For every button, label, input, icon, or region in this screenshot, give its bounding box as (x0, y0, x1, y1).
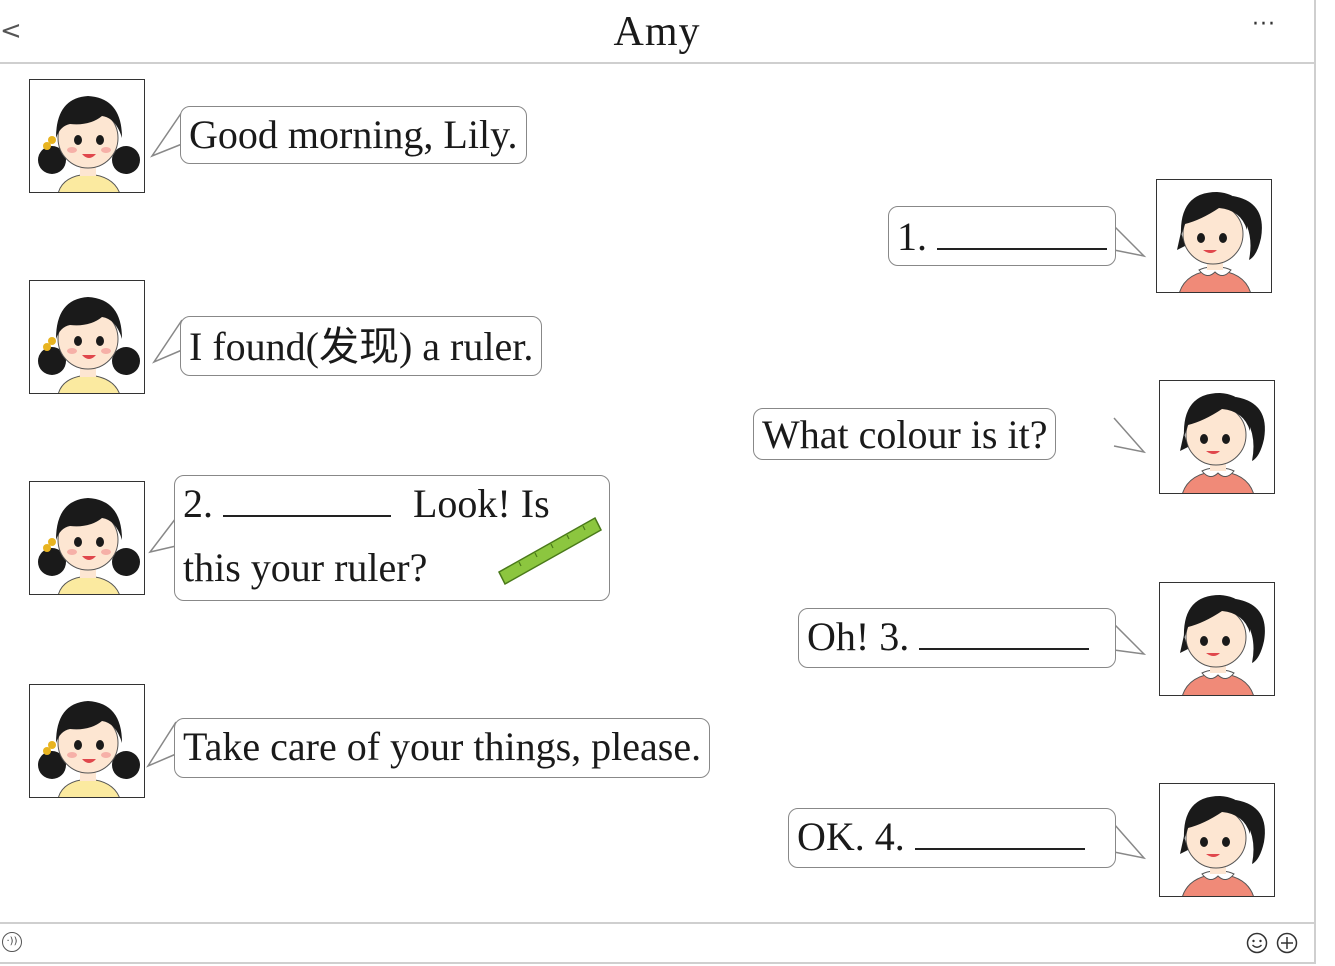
answer-blank[interactable] (937, 216, 1107, 250)
answer-blank[interactable] (914, 816, 1085, 850)
message-bubble-amy[interactable]: I found(发现) a ruler. (180, 316, 543, 376)
voice-icon: ·)) (6, 936, 18, 947)
bubble-tail (1113, 823, 1147, 860)
message-bubble-lily[interactable]: What colour is it? (753, 408, 1057, 460)
bubble-tail (1113, 623, 1147, 656)
amy-avatar[interactable] (29, 684, 145, 798)
message-bubble-lily[interactable]: OK. 4. (788, 808, 1116, 868)
more-dots-icon: ··· (1252, 12, 1276, 37)
answer-blank[interactable] (223, 483, 391, 517)
message-text: I found(发现) a ruler. (189, 324, 534, 369)
message-text: Take care of your things, please. (183, 724, 702, 769)
bubble-tail (1113, 225, 1147, 258)
blank-number: 4. (874, 814, 905, 859)
message-text: Oh! (807, 614, 870, 659)
message-bubble-amy[interactable]: Good morning, Lily. (180, 106, 527, 164)
chat-title: Amy (613, 9, 701, 55)
blank-number: 1. (897, 214, 927, 259)
more-options-button[interactable]: ··· (1252, 12, 1292, 42)
message-text: OK. (797, 814, 865, 859)
plus-icon[interactable] (1276, 932, 1298, 954)
lily-avatar[interactable] (1159, 380, 1275, 494)
message-text: Good morning, Lily. (189, 112, 518, 157)
blank-number: 2. (183, 481, 213, 526)
message-bubble-amy[interactable]: 2. Look! Is this your ruler? (174, 475, 610, 601)
message-text: this your ruler? (183, 545, 428, 590)
chat-window: < Amy ··· Good morning, Lily. 1. I found… (0, 0, 1316, 964)
bubble-tail (1113, 417, 1147, 454)
ruler-icon (498, 516, 602, 586)
emoji-icon[interactable] (1246, 932, 1268, 954)
message-bubble-lily[interactable]: Oh! 3. (798, 608, 1116, 668)
lily-avatar[interactable] (1159, 582, 1275, 696)
voice-button[interactable]: ·)) (2, 932, 22, 952)
chat-header: < Amy ··· (0, 0, 1314, 64)
amy-avatar[interactable] (29, 79, 145, 193)
lily-avatar[interactable] (1159, 783, 1275, 897)
blank-number: 3. (879, 614, 910, 659)
amy-avatar[interactable] (29, 280, 145, 394)
answer-blank[interactable] (919, 616, 1090, 650)
message-bubble-lily[interactable]: 1. (888, 206, 1116, 266)
message-text: What colour is it? (762, 412, 1048, 457)
message-bubble-amy[interactable]: Take care of your things, please. (174, 718, 711, 778)
amy-avatar[interactable] (29, 481, 145, 595)
lily-avatar[interactable] (1156, 179, 1272, 293)
input-bar: ·)) (0, 922, 1314, 964)
